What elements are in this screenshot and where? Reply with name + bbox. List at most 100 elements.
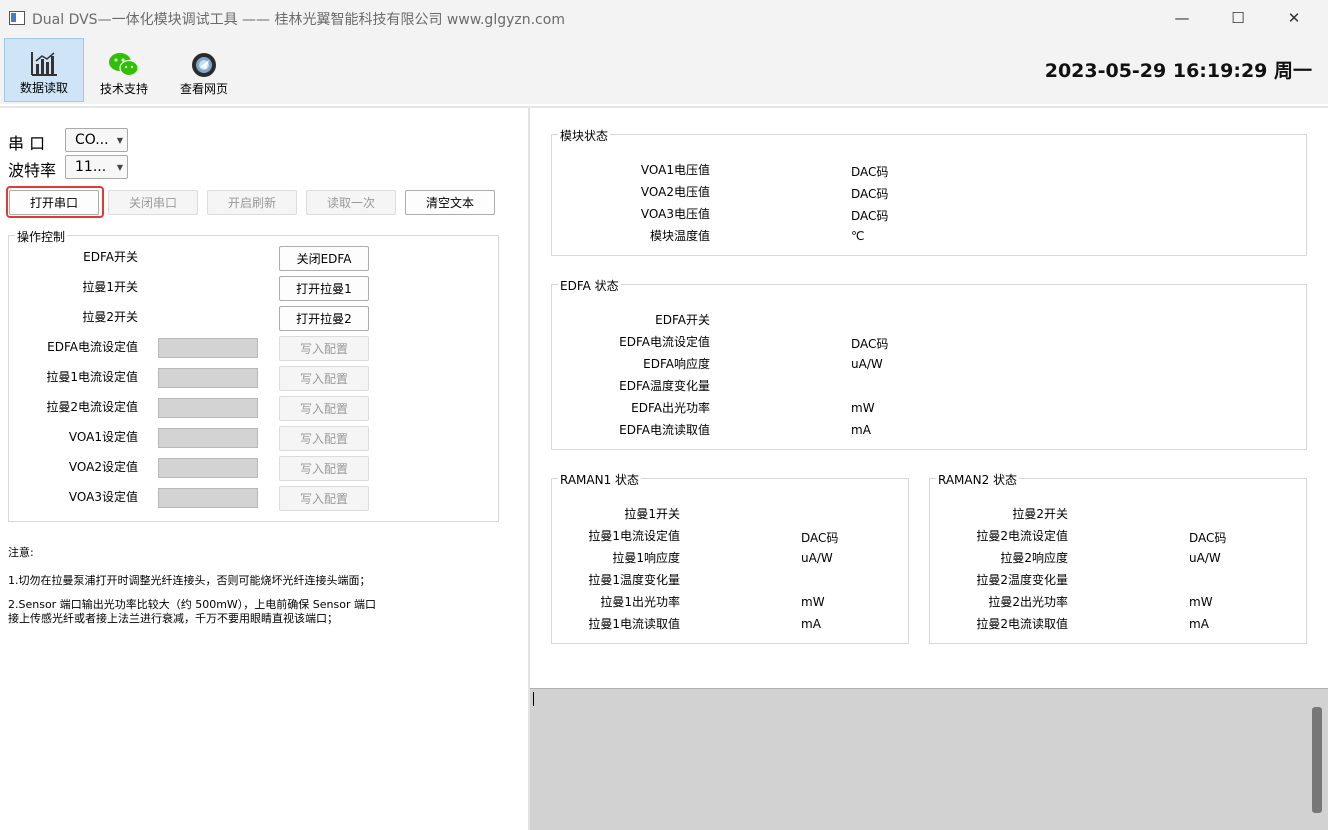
close-port-button[interactable]: 关闭串口 [108, 190, 198, 215]
vertical-scrollbar[interactable] [1312, 707, 1322, 813]
edfa-switch-label: EDFA开关 [83, 250, 138, 264]
clear-text-button[interactable]: 清空文本 [405, 190, 495, 215]
text-caret [533, 692, 534, 706]
port-select[interactable]: CO... ▼ [65, 128, 128, 152]
raman2-status-title: RAMAN2 状态 [936, 471, 1020, 488]
write-config-button[interactable]: 写入配置 [279, 426, 369, 451]
minimize-button[interactable]: — [1154, 0, 1210, 36]
status-label: 拉曼2出光功率 [988, 595, 1068, 609]
bar-chart-icon [31, 52, 57, 76]
status-unit: DAC码 [851, 165, 889, 179]
baud-value: 11... [75, 159, 107, 175]
notes-heading: 注意: [8, 546, 34, 559]
voa1-setting-input[interactable] [158, 428, 258, 448]
tab-label: 技术支持 [99, 82, 148, 96]
status-unit: mA [851, 423, 871, 437]
browser-icon [192, 53, 216, 77]
baud-label: 波特率 [8, 161, 57, 180]
status-unit: DAC码 [851, 209, 889, 223]
control-group-title: 操作控制 [15, 228, 68, 245]
chevron-down-icon: ▼ [116, 136, 123, 145]
view-webpage-tab[interactable]: 查看网页 [164, 38, 244, 102]
voa1-setting-label: VOA1设定值 [68, 430, 138, 444]
status-unit: mA [1189, 617, 1209, 631]
write-config-button[interactable]: 写入配置 [279, 396, 369, 421]
status-label: 拉曼1电流读取值 [588, 617, 680, 631]
app-icon [9, 11, 25, 25]
write-config-button[interactable]: 写入配置 [279, 336, 369, 361]
chevron-down-icon: ▼ [116, 163, 123, 172]
status-unit: uA/W [1189, 551, 1221, 565]
status-unit: uA/W [801, 551, 833, 565]
raman1-current-input[interactable] [158, 368, 258, 388]
status-unit: mW [851, 401, 875, 415]
close-button[interactable]: ✕ [1266, 0, 1322, 36]
edfa-toggle-button[interactable]: 关闭EDFA [279, 246, 369, 271]
status-unit: mW [801, 595, 825, 609]
raman1-status-title: RAMAN1 状态 [558, 471, 642, 488]
raman1-current-label: 拉曼1电流设定值 [46, 370, 138, 384]
raman1-toggle-button[interactable]: 打开拉曼1 [279, 276, 369, 301]
status-unit: uA/W [851, 357, 883, 371]
log-textarea[interactable] [530, 688, 1328, 830]
note-line-1: 1.切勿在拉曼泵浦打开时调整光纤连接头，否则可能烧坏光纤连接头端面； [8, 574, 371, 587]
wechat-icon [109, 53, 139, 77]
status-label: 拉曼2电流设定值 [976, 529, 1068, 543]
status-label: VOA2电压值 [640, 185, 710, 199]
status-label: 拉曼2温度变化量 [976, 573, 1068, 587]
status-label: 模块温度值 [649, 229, 710, 243]
toolbar: 数据读取 技术支持 查看网页 2023-05-29 16:19:29 周一 [0, 36, 1328, 104]
raman2-current-label: 拉曼2电流设定值 [46, 400, 138, 414]
voa3-setting-label: VOA3设定值 [68, 490, 138, 504]
raman2-current-input[interactable] [158, 398, 258, 418]
write-config-button[interactable]: 写入配置 [279, 486, 369, 511]
voa2-setting-label: VOA2设定值 [68, 460, 138, 474]
status-label: EDFA响应度 [643, 357, 710, 371]
highlight-box [6, 186, 104, 218]
status-label: EDFA温度变化量 [619, 379, 710, 393]
raman1-switch-label: 拉曼1开关 [82, 280, 138, 294]
tab-label: 查看网页 [179, 82, 228, 96]
status-label: 拉曼1开关 [624, 507, 680, 521]
status-label: 拉曼1出光功率 [600, 595, 680, 609]
status-unit: mA [801, 617, 821, 631]
port-label: 串 口 [8, 134, 46, 153]
status-unit: mW [1189, 595, 1213, 609]
status-unit: DAC码 [851, 337, 889, 351]
status-label: VOA1电压值 [640, 163, 710, 177]
tech-support-tab[interactable]: 技术支持 [84, 38, 164, 102]
status-unit: DAC码 [1189, 531, 1227, 545]
status-unit: DAC码 [851, 187, 889, 201]
edfa-current-input[interactable] [158, 338, 258, 358]
data-read-tab[interactable]: 数据读取 [4, 38, 84, 102]
status-unit: DAC码 [801, 531, 839, 545]
raman2-switch-label: 拉曼2开关 [82, 310, 138, 324]
voa2-setting-input[interactable] [158, 458, 258, 478]
read-once-button[interactable]: 读取一次 [306, 190, 396, 215]
port-value: CO... [75, 132, 109, 148]
edfa-status-title: EDFA 状态 [558, 277, 621, 294]
write-config-button[interactable]: 写入配置 [279, 456, 369, 481]
write-config-button[interactable]: 写入配置 [279, 366, 369, 391]
module-status-title: 模块状态 [558, 127, 611, 144]
voa3-setting-input[interactable] [158, 488, 258, 508]
status-label: 拉曼2响应度 [1000, 551, 1068, 565]
status-label: EDFA开关 [655, 313, 710, 327]
raman2-toggle-button[interactable]: 打开拉曼2 [279, 306, 369, 331]
status-label: 拉曼1电流设定值 [588, 529, 680, 543]
datetime-display: 2023-05-29 16:19:29 周一 [1044, 60, 1312, 82]
window-title: Dual DVS—一体化模块调试工具 —— 桂林光翼智能科技有限公司 www.g… [32, 12, 565, 28]
title-bar: Dual DVS—一体化模块调试工具 —— 桂林光翼智能科技有限公司 www.g… [0, 0, 1328, 36]
status-label: 拉曼1温度变化量 [588, 573, 680, 587]
maximize-button[interactable]: ☐ [1210, 0, 1266, 36]
status-label: EDFA出光功率 [631, 401, 710, 415]
note-line-2b: 接上传感光纤或者接上法兰进行衰减，千万不要用眼睛直视该端口； [8, 612, 338, 625]
status-label: 拉曼2电流读取值 [976, 617, 1068, 631]
status-label: 拉曼2开关 [1012, 507, 1068, 521]
edfa-current-label: EDFA电流设定值 [47, 340, 138, 354]
start-refresh-button[interactable]: 开启刷新 [207, 190, 297, 215]
tab-label: 数据读取 [19, 81, 68, 95]
status-label: 拉曼1响应度 [612, 551, 680, 565]
baud-select[interactable]: 11... ▼ [65, 155, 128, 179]
status-unit: ℃ [851, 229, 865, 243]
